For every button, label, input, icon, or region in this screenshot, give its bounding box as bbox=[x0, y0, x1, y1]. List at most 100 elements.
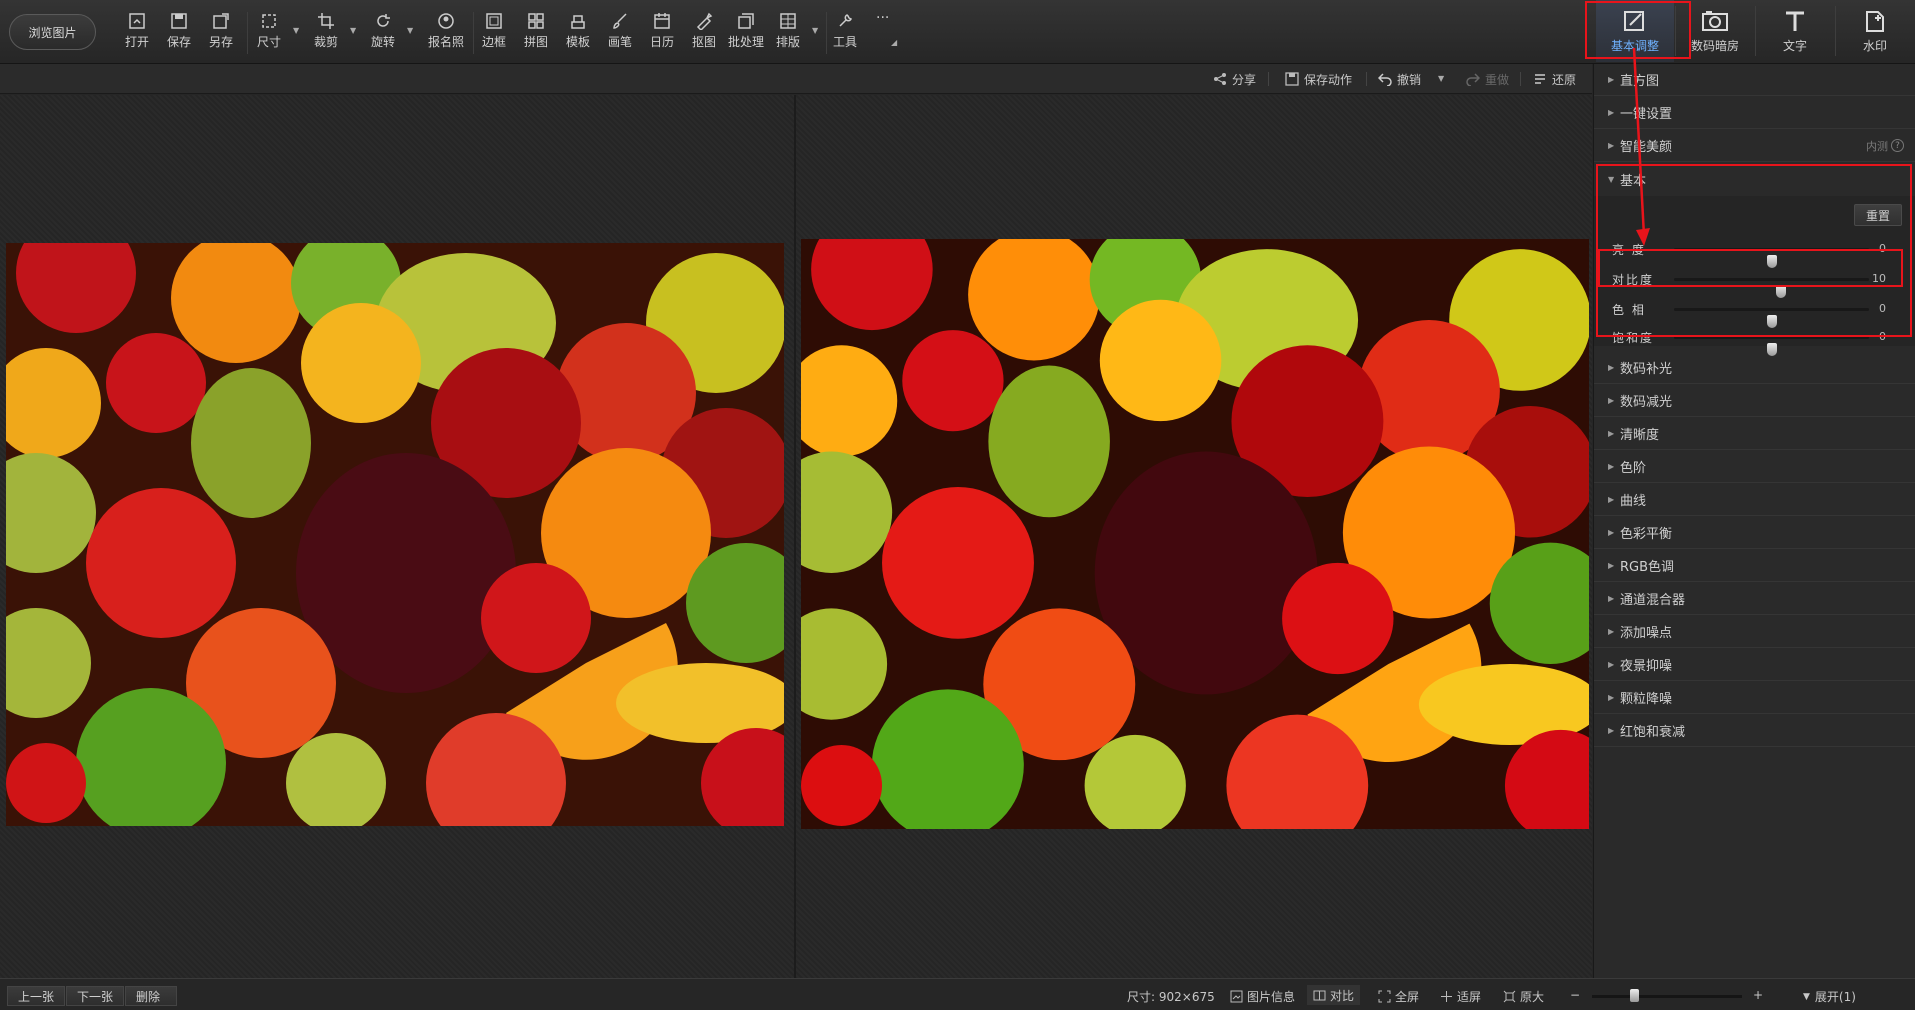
browse-images-button[interactable]: 浏览图片 bbox=[9, 14, 96, 50]
layout-button[interactable]: 排版 bbox=[768, 12, 808, 56]
expand-arrow-icon: ▼ bbox=[1803, 991, 1810, 1002]
section-item[interactable]: ▶ 夜景抑噪 bbox=[1594, 649, 1915, 681]
restore-button[interactable]: 还原 bbox=[1533, 70, 1576, 88]
image-info-label: 图片信息 bbox=[1247, 990, 1296, 1004]
batch-button[interactable]: 批处理 bbox=[726, 12, 766, 56]
resize-button[interactable]: 尺寸 bbox=[249, 12, 289, 56]
help-icon[interactable]: ? bbox=[1891, 139, 1904, 152]
toolbar-separator bbox=[247, 12, 248, 54]
calendar-label: 日历 bbox=[649, 35, 674, 49]
save-as-button[interactable]: 另存 bbox=[201, 12, 241, 56]
layout-dropdown-icon[interactable]: ▼ bbox=[812, 26, 818, 35]
section-item[interactable]: ▶ 色彩平衡 bbox=[1594, 517, 1915, 549]
text-icon bbox=[1786, 11, 1804, 31]
section-label: 色阶 bbox=[1620, 461, 1647, 476]
next-image-button[interactable]: 下一张 bbox=[66, 986, 125, 1006]
more-button[interactable]: ··· bbox=[876, 10, 889, 26]
border-button[interactable]: 边框 bbox=[474, 12, 514, 56]
rotate-button[interactable]: 旋转 bbox=[363, 12, 403, 56]
brush-button[interactable]: 画笔 bbox=[600, 12, 640, 56]
crop-button[interactable]: 裁剪 bbox=[306, 12, 346, 56]
actual-size-label: 原大 bbox=[1520, 990, 1545, 1004]
section-item[interactable]: ▶ 数码减光 bbox=[1594, 385, 1915, 417]
fullscreen-label: 全屏 bbox=[1395, 990, 1420, 1004]
section-item[interactable]: ▶ 颗粒降噪 bbox=[1594, 682, 1915, 714]
watermark-icon bbox=[1866, 10, 1884, 32]
brush-label: 画笔 bbox=[607, 35, 632, 49]
collage-button[interactable]: 拼图 bbox=[516, 12, 556, 56]
save-icon bbox=[171, 13, 187, 29]
fit-screen-icon bbox=[1441, 991, 1452, 1002]
actual-size-button[interactable]: 原大 bbox=[1503, 988, 1544, 1005]
expand-arrow-icon: ▶ bbox=[1608, 429, 1615, 438]
zoom-out-button[interactable]: − bbox=[1570, 988, 1580, 1002]
section-item[interactable]: ▶ 色阶 bbox=[1594, 451, 1915, 483]
section-item[interactable]: ▶ RGB色调 bbox=[1594, 550, 1915, 582]
tab-text[interactable]: 文字 bbox=[1756, 0, 1834, 62]
zoom-slider-handle[interactable] bbox=[1630, 989, 1639, 1002]
rotate-icon bbox=[377, 14, 390, 27]
id-photo-button[interactable]: 报名照 bbox=[426, 12, 466, 56]
fruit-photo-adjusted bbox=[801, 239, 1589, 829]
action-separator bbox=[1520, 72, 1521, 86]
fit-screen-button[interactable]: 适屏 bbox=[1440, 988, 1481, 1005]
share-label: 分享 bbox=[1232, 72, 1257, 87]
tab-watermark[interactable]: 水印 bbox=[1836, 0, 1914, 62]
save-as-label: 另存 bbox=[208, 35, 233, 49]
section-item[interactable]: ▶ 清晰度 bbox=[1594, 418, 1915, 450]
compare-button[interactable]: 对比 bbox=[1307, 985, 1361, 1005]
compare-label: 对比 bbox=[1330, 988, 1355, 1003]
share-button[interactable]: 分享 bbox=[1213, 70, 1256, 88]
save-label: 保存 bbox=[166, 35, 191, 49]
calendar-button[interactable]: 日历 bbox=[642, 12, 682, 56]
image-info-button[interactable]: 图片信息 bbox=[1230, 988, 1295, 1005]
toolbar-expand-icon[interactable]: ◢ bbox=[891, 38, 897, 47]
section-item[interactable]: ▶ 通道混合器 bbox=[1594, 583, 1915, 615]
id-photo-label: 报名照 bbox=[427, 35, 464, 49]
expand-arrow-icon: ▶ bbox=[1608, 660, 1615, 669]
section-item[interactable]: ▶ 曲线 bbox=[1594, 484, 1915, 516]
tools-button[interactable]: 工具 bbox=[825, 12, 865, 56]
expand-button[interactable]: ▼ 展开(1) bbox=[1803, 988, 1856, 1005]
expand-arrow-icon: ▶ bbox=[1608, 75, 1615, 84]
section-item[interactable]: ▶ 红饱和衰减 bbox=[1594, 715, 1915, 747]
fullscreen-button[interactable]: 全屏 bbox=[1378, 988, 1419, 1005]
section-label: 夜景抑噪 bbox=[1620, 659, 1673, 674]
section-item[interactable]: ▶ 数码补光 bbox=[1594, 352, 1915, 384]
expand-arrow-icon: ▶ bbox=[1608, 528, 1615, 537]
expand-arrow-icon: ▶ bbox=[1608, 495, 1615, 504]
save-action-button[interactable]: 保存动作 bbox=[1285, 70, 1352, 88]
crop-icon bbox=[318, 13, 334, 29]
undo-dropdown-icon[interactable]: ▼ bbox=[1438, 74, 1444, 83]
cutout-label: 抠图 bbox=[691, 35, 716, 49]
expand-arrow-icon: ▶ bbox=[1608, 627, 1615, 636]
tools-label: 工具 bbox=[832, 35, 857, 49]
status-bar: 上一张 下一张 删除 尺寸: 902×675 图片信息 对比 全屏 适屏 原大 … bbox=[0, 978, 1915, 1010]
delete-button[interactable]: 删除 bbox=[125, 986, 177, 1006]
crop-dropdown-icon[interactable]: ▼ bbox=[350, 26, 356, 35]
section-label: 红饱和衰减 bbox=[1620, 725, 1686, 740]
layout-icon bbox=[780, 13, 796, 29]
section-label: 色彩平衡 bbox=[1620, 527, 1673, 542]
rotate-dropdown-icon[interactable]: ▼ bbox=[407, 26, 413, 35]
section-label: 通道混合器 bbox=[1620, 593, 1686, 608]
section-label: 曲线 bbox=[1620, 494, 1647, 509]
adjusted-image bbox=[801, 239, 1589, 829]
tab-text-label: 文字 bbox=[1782, 38, 1807, 53]
redo-icon bbox=[1466, 73, 1480, 86]
action-separator bbox=[1268, 72, 1269, 86]
redo-button[interactable]: 重做 bbox=[1466, 70, 1509, 88]
zoom-slider[interactable] bbox=[1592, 995, 1742, 998]
camera-icon bbox=[1702, 10, 1728, 31]
cutout-button[interactable]: 抠图 bbox=[684, 12, 724, 56]
save-button[interactable]: 保存 bbox=[159, 12, 199, 56]
section-item[interactable]: ▶ 添加噪点 bbox=[1594, 616, 1915, 648]
resize-dropdown-icon[interactable]: ▼ bbox=[293, 26, 299, 35]
undo-button[interactable]: 撤销 bbox=[1378, 70, 1421, 88]
zoom-in-button[interactable]: + bbox=[1753, 988, 1763, 1002]
section-label: 清晰度 bbox=[1620, 428, 1660, 443]
expand-arrow-icon: ▶ bbox=[1608, 693, 1615, 702]
open-button[interactable]: 打开 bbox=[117, 12, 157, 56]
prev-image-button[interactable]: 上一张 bbox=[7, 986, 66, 1006]
template-button[interactable]: 模板 bbox=[558, 12, 598, 56]
